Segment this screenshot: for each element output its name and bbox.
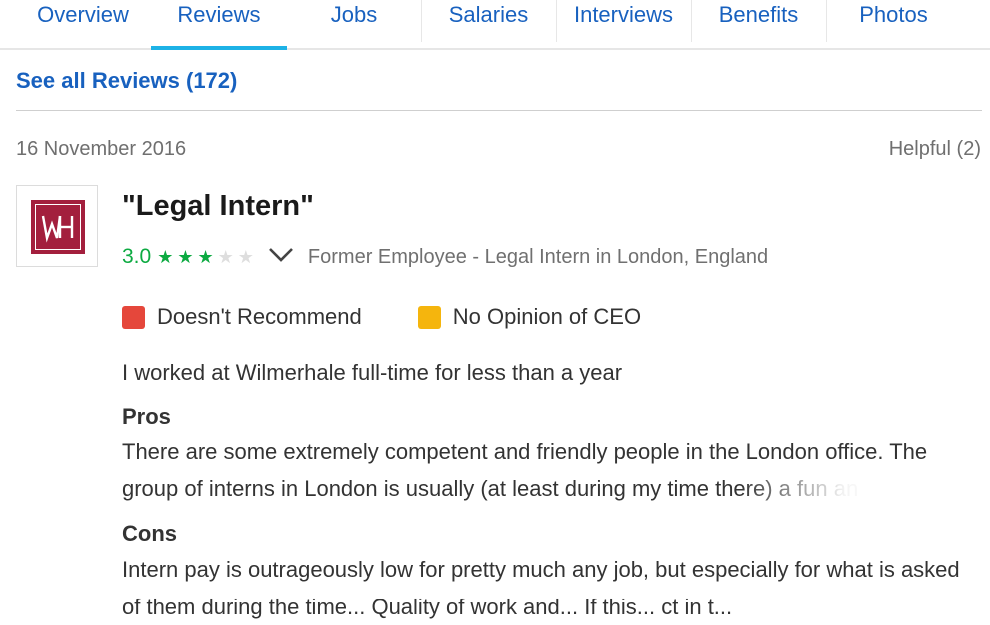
tab-overview[interactable]: Overview [20,0,146,46]
chevron-down-icon[interactable] [268,247,294,268]
pros-heading: Pros [122,404,171,429]
star-filled-icon: ★ [177,247,194,267]
rating-row: 3.0 ★ ★ ★ ★ ★ Former Employee - Legal In… [122,242,768,272]
star-filled-icon: ★ [157,247,174,267]
rating-value: 3.0 [122,245,152,268]
star-filled-icon: ★ [197,247,214,267]
tab-photos[interactable]: Photos [826,0,961,46]
company-logo[interactable] [16,185,98,267]
tab-bar: Overview Reviews Jobs Salaries Interview… [0,0,990,50]
review-title[interactable]: "Legal Intern" [122,190,314,223]
review-badges: Doesn't Recommend No Opinion of CEO [122,304,697,330]
star-empty-icon: ★ [237,247,254,267]
employment-status: I worked at Wilmerhale full-time for les… [122,360,623,385]
tab-interviews[interactable]: Interviews [556,0,691,46]
ceo-opinion-badge: No Opinion of CEO [417,304,642,330]
review-date: 16 November 2016 [16,138,187,160]
helpful-button[interactable]: Helpful (2) [889,138,981,161]
tab-jobs[interactable]: Jobs [287,0,421,46]
text-fade-overlay [740,474,890,514]
yellow-square-icon [417,305,441,329]
ceo-opinion-label: No Opinion of CEO [452,304,642,329]
tab-benefits[interactable]: Benefits [691,0,826,46]
star-empty-icon: ★ [217,247,234,267]
section-divider [16,110,982,111]
tab-salaries[interactable]: Salaries [421,0,556,46]
bottom-fade-overlay [100,585,990,599]
author-info: Former Employee - Legal Intern in London… [307,245,769,268]
recommend-badge: Doesn't Recommend [122,304,362,330]
cons-heading: Cons [122,521,177,546]
wilmerhale-logo [31,200,85,254]
see-all-reviews-link[interactable]: See all Reviews (172) [16,68,237,94]
tab-reviews[interactable]: Reviews [151,0,287,50]
recommend-label: Doesn't Recommend [157,304,362,329]
red-square-icon [122,305,145,329]
